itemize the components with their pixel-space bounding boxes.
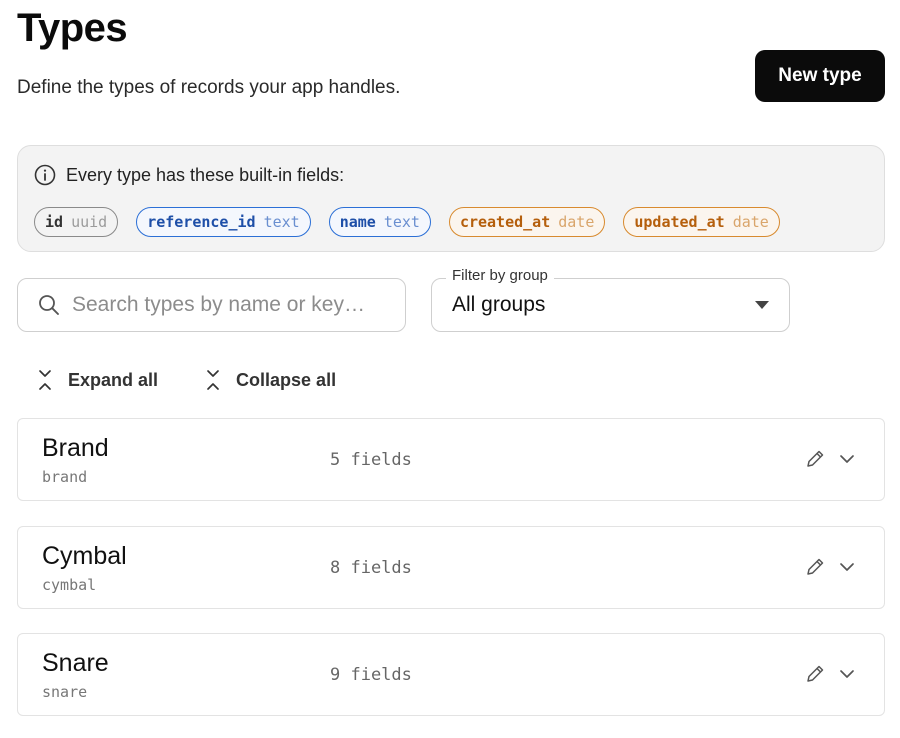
type-key: snare [42,683,88,701]
field-chip-id: id uuid [34,207,119,237]
field-chip-key: created_at [459,213,551,231]
type-field-count: 8 fields [330,558,412,578]
type-card-brand[interactable]: Brand brand 5 fields [17,418,885,501]
info-icon [34,164,56,186]
type-key: brand [42,468,88,486]
field-chip-name: name text [328,207,431,237]
field-chip-created-at: created_at date [448,207,606,237]
chevron-down-icon[interactable] [836,555,858,579]
field-chip-key: updated_at [634,213,725,231]
type-key: cymbal [42,576,97,594]
collapse-all-label: Collapse all [236,369,337,390]
field-chip-type: text [383,213,420,231]
new-type-button[interactable]: New type [755,50,885,102]
page-title: Types [17,6,128,50]
expand-all-label: Expand all [68,369,159,390]
type-actions [804,447,858,471]
type-name: Cymbal [42,542,127,570]
pencil-icon[interactable] [804,662,826,686]
field-chip-type: uuid [71,213,108,231]
filter-selected-value: All groups [452,293,546,316]
collapse-all-button[interactable]: Collapse all [204,368,336,392]
search-input[interactable] [72,293,372,317]
expand-all-button[interactable]: Expand all [36,368,158,392]
field-chip-updated-at: updated_at date [623,207,780,237]
field-chip-reference-id: reference_id text [136,207,311,237]
builtin-fields-header: Every type has these built-in fields: [34,164,344,186]
chevron-down-icon[interactable] [836,447,858,471]
collapse-icon [204,368,222,392]
field-chip-key: reference_id [147,213,256,231]
type-name: Snare [42,649,109,677]
builtin-fields-panel: Every type has these built-in fields: id… [17,145,885,252]
group-filter-select[interactable]: Filter by group All groups [431,267,790,332]
search-box[interactable] [17,278,406,332]
field-chip-type: date [732,213,769,231]
page-subtitle: Define the types of records your app han… [17,77,401,98]
pencil-icon[interactable] [804,555,826,579]
caret-down-icon [755,301,769,309]
type-field-count: 5 fields [330,450,412,470]
expand-icon [36,368,54,392]
type-field-count: 9 fields [330,665,412,685]
type-card-snare[interactable]: Snare snare 9 fields [17,633,885,716]
type-actions [804,555,858,579]
pencil-icon[interactable] [804,447,826,471]
builtin-fields-heading: Every type has these built-in fields: [66,164,345,185]
type-card-cymbal[interactable]: Cymbal cymbal 8 fields [17,526,885,609]
filter-label: Filter by group [446,267,554,284]
field-chip-type: date [558,213,595,231]
field-chip-type: text [263,213,300,231]
type-name: Brand [42,434,109,462]
chevron-down-icon[interactable] [836,662,858,686]
type-actions [804,662,858,686]
builtin-field-chips: id uuid reference_id text name text crea… [34,207,780,237]
search-icon [38,294,60,316]
field-chip-key: id [45,213,64,231]
field-chip-key: name [339,213,376,231]
tree-toolbar: Expand all Collapse all [36,368,336,392]
